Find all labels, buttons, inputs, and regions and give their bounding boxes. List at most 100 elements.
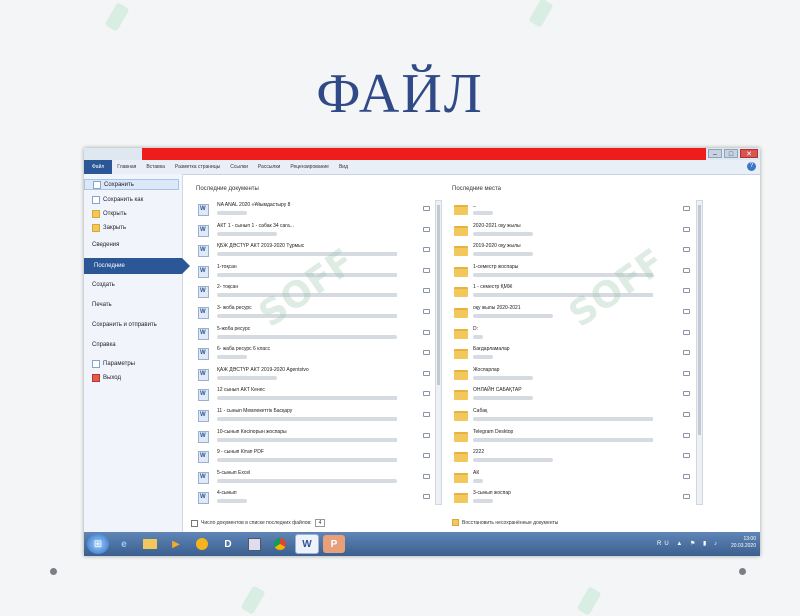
sidebar-item-exit[interactable]: Выход [92, 374, 121, 382]
documents-scrollbar[interactable] [435, 200, 442, 505]
recent-document-item[interactable]: АКТ 1 - сынып 1 - сабак 34 сага... [198, 222, 430, 242]
media-player-icon[interactable]: ▶ [165, 535, 187, 553]
sidebar-section-info[interactable]: Сведения [92, 242, 119, 248]
recent-place-item[interactable]: 1 - семестр ҚМЖ [454, 283, 690, 303]
recent-document-item[interactable]: 1-тоқсан [198, 263, 430, 283]
recent-document-item[interactable]: 6- жаба ресурс 6 класс [198, 345, 430, 365]
recover-unsaved-button[interactable]: Восстановить несохранённые документы [452, 519, 558, 526]
recent-document-item[interactable]: 12 сынып АКТ Кенес [198, 386, 430, 406]
recent-place-item[interactable]: Telegram Desktop [454, 428, 690, 448]
pin-icon[interactable] [683, 453, 690, 459]
clock[interactable]: 13:00 20.03.2020 [731, 536, 756, 550]
d-app-icon[interactable]: D [217, 535, 239, 553]
pin-icon[interactable] [683, 247, 690, 253]
word-taskbar-icon[interactable]: W [295, 534, 319, 554]
sidebar-section-new[interactable]: Создать [92, 282, 115, 288]
sidebar-section-help[interactable]: Справка [92, 342, 116, 348]
recent-document-item[interactable]: 9 - сынып Кітап PDF [198, 448, 430, 468]
recent-place-item[interactable]: Сабақ [454, 407, 690, 427]
recent-document-item[interactable]: 4-сынып [198, 489, 430, 509]
sidebar-item-options[interactable]: Параметры [92, 360, 135, 368]
pin-icon[interactable] [423, 494, 430, 500]
pin-icon[interactable] [683, 309, 690, 314]
pin-icon[interactable] [423, 206, 430, 211]
recent-place-item[interactable]: 3-сынып жоспар [454, 489, 690, 509]
pin-icon[interactable] [683, 329, 690, 335]
pin-icon[interactable] [423, 453, 430, 459]
tab-view[interactable]: Вид [334, 160, 353, 174]
tab-references[interactable]: Ссылки [225, 160, 253, 174]
pin-icon[interactable] [423, 329, 430, 335]
tab-review[interactable]: Рецензирование [285, 160, 334, 174]
recent-document-item[interactable]: 2- тоқсан [198, 283, 430, 303]
pin-icon[interactable] [423, 226, 430, 232]
pin-icon[interactable] [423, 473, 430, 479]
recent-place-item[interactable]: Жоспарлар [454, 366, 690, 386]
sidebar-section-save-send[interactable]: Сохранить и отправить [92, 322, 157, 328]
tab-home[interactable]: Главная [112, 160, 141, 174]
recent-place-item[interactable]: 1-семестр жоспары [454, 263, 690, 283]
pin-icon[interactable] [423, 288, 430, 294]
pin-icon[interactable] [683, 288, 690, 294]
close-button[interactable]: ✕ [740, 149, 758, 158]
recent-place-item[interactable]: АК [454, 469, 690, 489]
pin-icon[interactable] [423, 309, 430, 314]
recent-count-checkbox[interactable] [191, 519, 198, 527]
recent-place-item[interactable]: 2020-2021 оқу жылы [454, 222, 690, 242]
help-icon[interactable]: ? [747, 162, 756, 171]
recent-place-item[interactable]: 2019-2020 оқу жылы [454, 242, 690, 262]
pin-icon[interactable] [423, 267, 430, 273]
pin-icon[interactable] [423, 432, 430, 438]
tab-mailings[interactable]: Рассылки [253, 160, 285, 174]
recent-document-item[interactable]: 5-жоба ресурс [198, 325, 430, 345]
tab-file[interactable]: Файл [84, 160, 113, 174]
tab-insert[interactable]: Вставка [141, 160, 170, 174]
recent-place-item[interactable]: оқу жылы 2020-2021 [454, 304, 690, 324]
pin-icon[interactable] [423, 391, 430, 397]
pin-icon[interactable] [683, 267, 690, 273]
pin-icon[interactable] [683, 370, 690, 376]
places-scrollbar[interactable] [696, 200, 703, 505]
recent-place-item[interactable]: _ [454, 201, 690, 221]
pin-icon[interactable] [423, 412, 430, 417]
recent-place-item[interactable]: Бағдарламалар [454, 345, 690, 365]
sidebar-item-save-as[interactable]: Сохранить как [92, 196, 143, 204]
pin-icon[interactable] [683, 412, 690, 417]
recent-document-item[interactable]: 5-сынып Excel [198, 469, 430, 489]
pin-icon[interactable] [423, 247, 430, 253]
aimp-icon[interactable] [191, 535, 213, 553]
recent-document-item[interactable]: ҚАЖ ДӘСТҮР АКТ 2019-2020 Agentstvo [198, 366, 430, 386]
pin-icon[interactable] [683, 206, 690, 211]
pin-icon[interactable] [423, 370, 430, 376]
documents-scrollbar-thumb[interactable] [437, 205, 440, 385]
recent-document-item[interactable]: 10-сынып Кәсіпорын жоспары [198, 428, 430, 448]
tab-page-layout[interactable]: Разметка страницы [170, 160, 225, 174]
file-explorer-icon[interactable] [139, 535, 161, 553]
sidebar-item-close[interactable]: Закрыть [92, 224, 126, 232]
recent-document-item[interactable]: 3- жоба ресурс [198, 304, 430, 324]
minimize-button[interactable]: – [708, 149, 722, 158]
pin-icon[interactable] [423, 350, 430, 356]
internet-explorer-icon[interactable]: e [113, 535, 135, 553]
disk-icon[interactable] [243, 535, 265, 553]
places-scrollbar-thumb[interactable] [698, 205, 701, 435]
pin-icon[interactable] [683, 226, 690, 232]
sidebar-section-recent[interactable]: Последние [84, 258, 190, 274]
pin-icon[interactable] [683, 494, 690, 500]
recent-place-item[interactable]: ОНЛАЙН САБАҚТАР [454, 386, 690, 406]
recent-document-item[interactable]: ҚБЖ ДӘСТҮР АКТ 2019-2020 Тұрмыс [198, 242, 430, 262]
sidebar-section-print[interactable]: Печать [92, 302, 112, 308]
pin-icon[interactable] [683, 391, 690, 397]
start-button[interactable]: ⊞ [87, 534, 109, 554]
powerpoint-taskbar-icon[interactable]: P [323, 535, 345, 553]
pin-icon[interactable] [683, 432, 690, 438]
recent-count-option[interactable]: Число документов в списке последних файл… [191, 519, 326, 527]
recent-document-item[interactable]: 11 - сынып Мемлекеттік Басқару [198, 407, 430, 427]
recent-count-field[interactable]: 4 [314, 519, 326, 527]
pin-icon[interactable] [683, 350, 690, 356]
system-tray-icons[interactable]: RU ▲ ⚑ ▮ ♪ [657, 540, 720, 547]
recent-document-item[interactable]: NA ANAL 2020 «Ұйымдастыру 8 [198, 201, 430, 221]
chrome-icon[interactable] [269, 535, 291, 553]
recent-place-item[interactable]: D: [454, 325, 690, 345]
sidebar-item-save[interactable]: Сохранить [84, 179, 179, 190]
